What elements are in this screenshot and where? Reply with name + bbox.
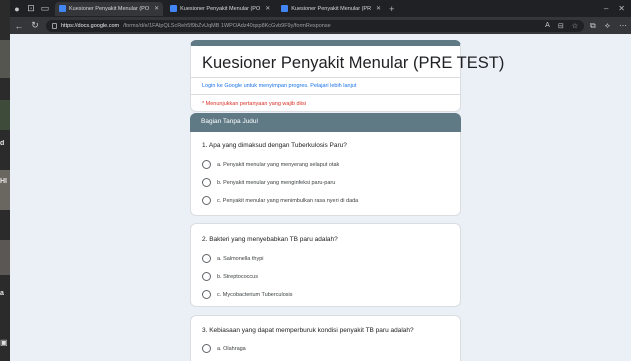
video-tile [0, 40, 10, 78]
option-label: b. Penyakit menular yang menginfeksi par… [217, 179, 336, 186]
required-note: * Menunjukkan pertanyaan yang wajib diis… [202, 101, 306, 107]
video-tile [0, 240, 10, 275]
divider [191, 77, 460, 78]
forms-favicon-icon [170, 5, 178, 12]
favorite-star-icon[interactable]: ☆ [572, 22, 578, 30]
tab-kuesioner-3[interactable]: Kuesioner Penyakit Menular (PR ✕ [277, 2, 385, 16]
form-page: Kuesioner Penyakit Menular (PRE TEST) Lo… [10, 34, 631, 361]
strip-label: a [0, 290, 4, 297]
question-text: 2. Bakteri yang menyebabkan TB paru adal… [202, 236, 338, 243]
option-label: c. Penyakit menular yang menimbulkan ras… [217, 197, 359, 204]
tab-kuesioner-2[interactable]: Kuesioner Penyakit Menular (PO ✕ [166, 2, 274, 16]
tab-label: Kuesioner Penyakit Menular (PR [291, 5, 372, 12]
question-card-1: 1. Apa yang dimaksud dengan Tuberkulosis… [190, 132, 461, 216]
radio-button[interactable] [202, 290, 211, 299]
option-label: b. Streptococcus [217, 273, 258, 280]
question-card-2: 2. Bakteri yang menyebabkan TB paru adal… [190, 223, 461, 307]
video-tile [0, 170, 10, 210]
radio-option[interactable]: b. Streptococcus [202, 272, 258, 281]
extensions-icon[interactable]: ⟡ [605, 21, 610, 31]
minimize-icon[interactable]: – [604, 4, 608, 13]
question-card-3: 3. Kebiasaan yang dapat memperburuk kond… [190, 315, 461, 361]
section-title: Bagian Tanpa Judul [201, 118, 258, 125]
radio-option[interactable]: a. Olahraga [202, 344, 246, 353]
forms-favicon-icon [281, 5, 289, 12]
profile-icon[interactable]: ● [10, 2, 24, 16]
option-label: a. Penyakit menular yang menyerang selap… [217, 161, 340, 168]
workspaces-icon[interactable]: ⊡ [24, 2, 38, 16]
reload-icon[interactable]: ↻ [30, 20, 40, 31]
radio-option[interactable]: c. Mycobacterium Tuberculosis [202, 290, 293, 299]
form-title: Kuesioner Penyakit Menular (PRE TEST) [202, 54, 505, 72]
address-bar-icons: A ⊟ ☆ [545, 22, 578, 30]
close-tab-icon[interactable]: ✕ [154, 5, 159, 12]
tab-bar: ● ⊡ ▭ Kuesioner Penyakit Menular (PO ✕ K… [10, 0, 631, 17]
section-header: Bagian Tanpa Judul [190, 113, 461, 132]
question-text: 3. Kebiasaan yang dapat memperburuk kond… [202, 327, 414, 334]
tab-actions-icon[interactable]: ▭ [38, 2, 52, 16]
address-host: https://docs.google.com [61, 22, 120, 29]
divider [191, 94, 460, 95]
option-label: c. Mycobacterium Tuberculosis [217, 291, 293, 298]
back-icon[interactable]: ← [14, 21, 24, 31]
video-tile [0, 100, 10, 130]
radio-button[interactable] [202, 254, 211, 263]
chat-icon[interactable]: ▣ [0, 338, 10, 348]
tab-kuesioner-1[interactable]: Kuesioner Penyakit Menular (PO ✕ [55, 1, 164, 16]
address-path: /forms/d/e/1FAIpQLScReh5f9bZvUqMB 1WPOAd… [123, 22, 331, 29]
split-screen-icon[interactable]: ⊟ [558, 22, 564, 30]
close-window-icon[interactable]: ✕ [618, 4, 625, 13]
radio-button[interactable] [202, 178, 211, 187]
option-label: a. Olahraga [217, 345, 246, 352]
read-aloud-icon[interactable]: A [545, 22, 550, 30]
radio-option[interactable]: a. Salmonella thypi [202, 254, 263, 263]
option-label: a. Salmonella thypi [217, 255, 264, 262]
form-header-card: Kuesioner Penyakit Menular (PRE TEST) Lo… [190, 40, 504, 112]
radio-button[interactable] [202, 196, 211, 205]
background-app-strip: d HI a ▣ [0, 0, 10, 361]
strip-label: d [0, 140, 5, 147]
favorites-icon[interactable]: ⧉ [590, 21, 596, 31]
window-controls: – ✕ [604, 4, 631, 13]
browser-toolbar: ← ↻ https://docs.google.com/forms/d/e/1F… [10, 17, 631, 34]
tab-label: Kuesioner Penyakit Menular (PO [180, 5, 261, 12]
toolbar-right: ⧉ ⟡ ⋯ [590, 21, 627, 31]
new-tab-icon[interactable]: + [389, 4, 394, 14]
radio-option[interactable]: b. Penyakit menular yang menginfeksi par… [202, 178, 335, 187]
forms-favicon-icon [59, 5, 66, 12]
strip-label: HI [0, 178, 7, 185]
radio-button[interactable] [202, 160, 211, 169]
close-tab-icon[interactable]: ✕ [265, 5, 270, 12]
radio-button[interactable] [202, 344, 211, 353]
address-bar[interactable]: https://docs.google.com/forms/d/e/1FAIpQ… [46, 19, 584, 32]
more-menu-icon[interactable]: ⋯ [619, 21, 627, 31]
tab-label: Kuesioner Penyakit Menular (PO [69, 5, 150, 12]
radio-button[interactable] [202, 272, 211, 281]
lock-icon [52, 22, 57, 29]
radio-option[interactable]: a. Penyakit menular yang menyerang selap… [202, 160, 339, 169]
radio-option[interactable]: c. Penyakit menular yang menimbulkan ras… [202, 196, 358, 205]
login-link[interactable]: Login ke Google untuk menyimpan progres.… [202, 83, 356, 89]
question-text: 1. Apa yang dimaksud dengan Tuberkulosis… [202, 142, 347, 149]
close-tab-icon[interactable]: ✕ [376, 5, 381, 12]
